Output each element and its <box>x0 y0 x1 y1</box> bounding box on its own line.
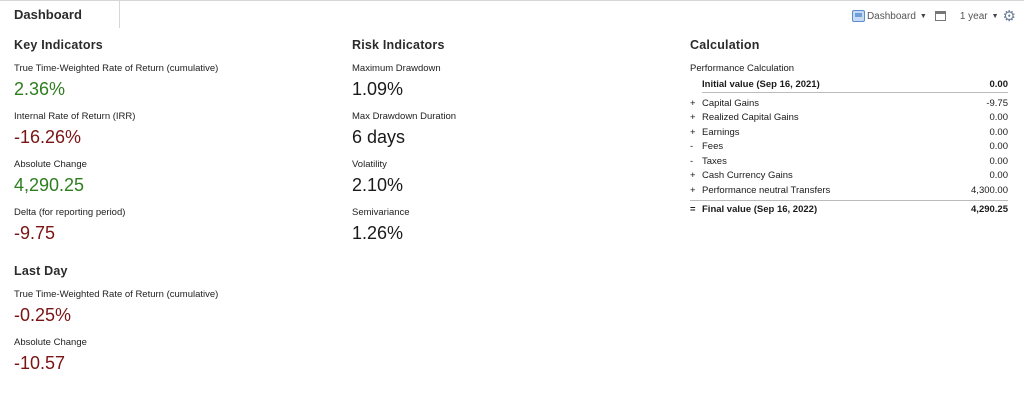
indicator-value: 6 days <box>352 127 406 147</box>
indicator-item: True Time-Weighted Rate of Return (cumul… <box>14 289 218 337</box>
calc-row-label: Taxes <box>702 155 727 167</box>
indicator-label: Maximum Drawdown <box>352 63 441 74</box>
indicator-label: Volatility <box>352 159 387 170</box>
calc-row-sign: + <box>690 184 696 196</box>
gear-icon[interactable]: ⚙ <box>1003 9 1016 24</box>
risk-indicators-section: Risk Indicators Maximum Drawdown 1.09% M… <box>352 38 456 255</box>
window-icon[interactable] <box>934 11 946 21</box>
calc-row-label: Realized Capital Gains <box>702 112 799 124</box>
calc-row-value: 4,300.00 <box>971 184 1008 196</box>
indicator-label: Max Drawdown Duration <box>352 111 457 122</box>
calc-row-label: Final value (Sep 16, 2022) <box>702 203 818 215</box>
key-indicators-section: Key Indicators True Time-Weighted Rate o… <box>14 38 218 255</box>
indicator-label: True Time-Weighted Rate of Return (cumul… <box>14 289 219 300</box>
calc-row-value: 0.00 <box>989 155 1009 167</box>
view-selector-label: Dashboard <box>866 10 916 22</box>
indicator-value: 1.26% <box>352 223 404 243</box>
calc-row-label: Performance neutral Transfers <box>702 184 831 196</box>
view-selector[interactable]: Dashboard ▼ <box>851 10 927 22</box>
indicator-value: 1.09% <box>352 79 404 99</box>
toolbar: Dashboard ▼ 1 year ▼ ⚙ <box>851 8 1016 24</box>
calc-row-label: Initial value (Sep 16, 2021) <box>702 78 820 90</box>
last-day-title: Last Day <box>14 264 68 278</box>
calc-row-value: -9.75 <box>986 97 1008 109</box>
indicator-label: True Time-Weighted Rate of Return (cumul… <box>14 63 219 74</box>
calc-row: + Realized Capital Gains 0.00 <box>690 111 1008 126</box>
calc-row-label: Fees <box>702 141 724 153</box>
calc-row: - Fees 0.00 <box>690 140 1008 155</box>
calculation-subtitle: Performance Calculation <box>690 63 795 74</box>
calc-row-value: 0.00 <box>989 78 1009 90</box>
calc-initial-row: Initial value (Sep 16, 2021) 0.00 <box>702 76 1008 93</box>
calc-row-value: 0.00 <box>989 112 1009 124</box>
calc-row-value: 4,290.25 <box>971 203 1008 215</box>
calc-row-sign: + <box>690 170 696 182</box>
chevron-down-icon: ▼ <box>919 12 927 20</box>
indicator-value: -10.57 <box>14 353 66 373</box>
calc-row: + Capital Gains -9.75 <box>690 96 1008 111</box>
indicator-item: Delta (for reporting period) -9.75 <box>14 207 218 255</box>
indicator-item: Volatility 2.10% <box>352 159 456 207</box>
indicator-item: Semivariance 1.26% <box>352 207 456 255</box>
calc-row-value: 0.00 <box>989 141 1009 153</box>
calc-row-label: Cash Currency Gains <box>702 170 793 182</box>
indicator-item: Absolute Change 4,290.25 <box>14 159 218 207</box>
calc-row-label: Capital Gains <box>702 97 760 109</box>
indicator-value: -16.26% <box>14 127 82 147</box>
calc-row: + Earnings 0.00 <box>690 125 1008 140</box>
indicator-item: Internal Rate of Return (IRR) -16.26% <box>14 111 218 159</box>
calc-row: + Cash Currency Gains 0.00 <box>690 169 1008 184</box>
calc-row-sign: + <box>690 112 696 124</box>
calculation-section: Calculation Performance Calculation Init… <box>690 38 1008 218</box>
indicator-item: True Time-Weighted Rate of Return (cumul… <box>14 63 218 111</box>
indicator-item: Max Drawdown Duration 6 days <box>352 111 456 159</box>
indicator-label: Delta (for reporting period) <box>14 207 126 218</box>
indicator-label: Semivariance <box>352 207 410 218</box>
indicator-value: 2.36% <box>14 79 66 99</box>
dashboard-icon <box>851 10 865 22</box>
header-rule <box>120 0 1024 1</box>
period-selector[interactable]: 1 year ▼ <box>960 11 999 22</box>
calculation-title: Calculation <box>690 38 760 52</box>
period-selector-label: 1 year <box>959 10 988 22</box>
calc-final-row: = Final value (Sep 16, 2022) 4,290.25 <box>690 199 1008 218</box>
calc-row-value: 0.00 <box>989 170 1009 182</box>
indicator-item: Maximum Drawdown 1.09% <box>352 63 456 111</box>
indicator-value: -9.75 <box>14 223 56 243</box>
calc-row: + Performance neutral Transfers 4,300.00 <box>690 183 1008 198</box>
indicator-label: Absolute Change <box>14 337 87 348</box>
indicator-value: 4,290.25 <box>14 175 85 195</box>
calc-row-sign: + <box>690 126 696 138</box>
page-title: Dashboard <box>14 7 82 22</box>
calc-row-sign: - <box>690 155 694 167</box>
indicator-item: Absolute Change -10.57 <box>14 337 218 385</box>
calc-row-value: 0.00 <box>989 126 1009 138</box>
dashboard-tab[interactable]: Dashboard <box>0 0 120 28</box>
risk-indicators-title: Risk Indicators <box>352 38 445 52</box>
calc-row-sign: + <box>690 97 696 109</box>
indicator-value: 2.10% <box>352 175 404 195</box>
indicator-label: Absolute Change <box>14 159 87 170</box>
calc-row-sign: - <box>690 141 694 153</box>
calc-row-sign: = <box>690 203 696 215</box>
key-indicators-title: Key Indicators <box>14 38 103 52</box>
last-day-section: Last Day True Time-Weighted Rate of Retu… <box>14 264 218 385</box>
chevron-down-icon: ▼ <box>991 12 999 20</box>
indicator-value: -0.25% <box>14 305 72 325</box>
calc-row-label: Earnings <box>702 126 740 138</box>
calc-row: - Taxes 0.00 <box>690 154 1008 169</box>
indicator-label: Internal Rate of Return (IRR) <box>14 111 136 122</box>
